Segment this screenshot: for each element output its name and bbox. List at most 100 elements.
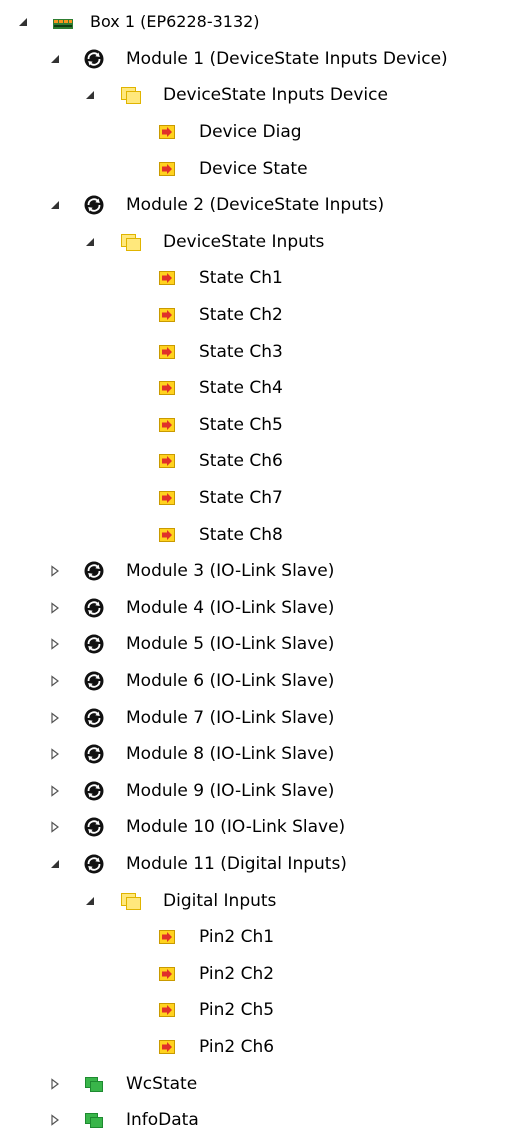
collapse-arrow-icon[interactable] — [83, 894, 97, 908]
input-variable-icon — [156, 450, 178, 472]
tree-node-module-10-io-link-slave[interactable]: Module 10 (IO-Link Slave) — [0, 809, 519, 846]
tree-node-pin2-ch1[interactable]: Pin2 Ch1 — [0, 919, 519, 956]
collapse-arrow-icon[interactable] — [83, 235, 97, 249]
input-variable-icon — [156, 121, 178, 143]
tree-node-device-state[interactable]: Device State — [0, 150, 519, 187]
input-variable-icon — [156, 267, 178, 289]
tree-node-label: State Ch8 — [199, 524, 283, 545]
collapse-arrow-icon[interactable] — [16, 15, 30, 29]
tree-node-label: State Ch5 — [199, 414, 283, 435]
tree-node-devicestate-inputs-device[interactable]: DeviceState Inputs Device — [0, 77, 519, 114]
input-variable-icon — [156, 487, 178, 509]
tree-node-devicestate-inputs[interactable]: DeviceState Inputs — [0, 224, 519, 261]
input-variable-icon — [156, 963, 178, 985]
tree-node-state-ch7[interactable]: State Ch7 — [0, 480, 519, 517]
tree-node-module-7-io-link-slave[interactable]: Module 7 (IO-Link Slave) — [0, 699, 519, 736]
input-variable-icon — [156, 414, 178, 436]
tree-node-label: State Ch2 — [199, 305, 283, 326]
folder-icon — [120, 84, 142, 106]
collapse-arrow-icon[interactable] — [48, 52, 62, 66]
input-variable-icon — [156, 377, 178, 399]
folder-icon — [120, 890, 142, 912]
input-variable-icon — [156, 304, 178, 326]
expand-arrow-icon[interactable] — [48, 820, 62, 834]
tree-node-state-ch8[interactable]: State Ch8 — [0, 516, 519, 553]
tree-node-module-9-io-link-slave[interactable]: Module 9 (IO-Link Slave) — [0, 772, 519, 809]
tree-node-device-diag[interactable]: Device Diag — [0, 114, 519, 151]
tree-node-label: Box 1 (EP6228-3132) — [90, 12, 260, 32]
module-icon — [83, 633, 105, 655]
tree-node-state-ch2[interactable]: State Ch2 — [0, 297, 519, 334]
tree-node-label: Pin2 Ch5 — [199, 1000, 275, 1021]
collapse-arrow-icon[interactable] — [83, 88, 97, 102]
tree-node-label: State Ch6 — [199, 451, 283, 472]
expand-arrow-icon[interactable] — [48, 674, 62, 688]
green-block-icon — [83, 1109, 105, 1131]
tree-node-state-ch5[interactable]: State Ch5 — [0, 407, 519, 444]
tree-node-label: State Ch3 — [199, 341, 283, 362]
tree-node-label: State Ch4 — [199, 378, 283, 399]
tree-node-state-ch1[interactable]: State Ch1 — [0, 260, 519, 297]
tree-node-module-2-devicestate-inputs[interactable]: Module 2 (DeviceState Inputs) — [0, 187, 519, 224]
expand-arrow-icon[interactable] — [48, 747, 62, 761]
tree-node-pin2-ch2[interactable]: Pin2 Ch2 — [0, 955, 519, 992]
tree-node-box-1-ep6228-3132[interactable]: Box 1 (EP6228-3132) — [0, 4, 519, 41]
box-icon — [52, 11, 74, 33]
tree-node-label: Module 8 (IO-Link Slave) — [126, 744, 335, 765]
expand-arrow-icon[interactable] — [48, 564, 62, 578]
tree-node-wcstate[interactable]: WcState — [0, 1065, 519, 1102]
tree-node-infodata[interactable]: InfoData — [0, 1102, 519, 1138]
input-variable-icon — [156, 926, 178, 948]
tree-node-label: Module 7 (IO-Link Slave) — [126, 707, 335, 728]
tree-node-label: Module 1 (DeviceState Inputs Device) — [126, 48, 448, 69]
expand-arrow-icon[interactable] — [48, 1113, 62, 1127]
expand-arrow-icon[interactable] — [48, 637, 62, 651]
input-variable-icon — [156, 158, 178, 180]
tree-node-label: DeviceState Inputs — [163, 231, 325, 252]
collapse-arrow-icon[interactable] — [48, 198, 62, 212]
tree-node-module-4-io-link-slave[interactable]: Module 4 (IO-Link Slave) — [0, 590, 519, 627]
module-icon — [83, 48, 105, 70]
tree-view: Box 1 (EP6228-3132) Module 1 (DeviceState… — [0, 4, 519, 1138]
module-icon — [83, 707, 105, 729]
module-icon — [83, 780, 105, 802]
tree-node-module-8-io-link-slave[interactable]: Module 8 (IO-Link Slave) — [0, 736, 519, 773]
module-icon — [83, 194, 105, 216]
input-variable-icon — [156, 341, 178, 363]
tree-node-label: Module 4 (IO-Link Slave) — [126, 597, 335, 618]
tree-node-pin2-ch6[interactable]: Pin2 Ch6 — [0, 1029, 519, 1066]
green-block-icon — [83, 1073, 105, 1095]
tree-node-label: State Ch1 — [199, 268, 283, 289]
tree-node-module-3-io-link-slave[interactable]: Module 3 (IO-Link Slave) — [0, 553, 519, 590]
module-icon — [83, 670, 105, 692]
tree-node-label: Module 6 (IO-Link Slave) — [126, 670, 335, 691]
collapse-arrow-icon[interactable] — [48, 857, 62, 871]
tree-node-module-6-io-link-slave[interactable]: Module 6 (IO-Link Slave) — [0, 663, 519, 700]
module-icon — [83, 853, 105, 875]
tree-node-module-1-devicestate-inputs-device[interactable]: Module 1 (DeviceState Inputs Device) — [0, 41, 519, 78]
tree-node-label: Module 9 (IO-Link Slave) — [126, 780, 335, 801]
tree-node-label: DeviceState Inputs Device — [163, 85, 388, 106]
tree-node-module-5-io-link-slave[interactable]: Module 5 (IO-Link Slave) — [0, 626, 519, 663]
tree-node-label: Module 11 (Digital Inputs) — [126, 853, 347, 874]
tree-node-label: Pin2 Ch6 — [199, 1036, 275, 1057]
tree-node-label: Module 2 (DeviceState Inputs) — [126, 195, 385, 216]
tree-node-pin2-ch5[interactable]: Pin2 Ch5 — [0, 992, 519, 1029]
expand-arrow-icon[interactable] — [48, 1077, 62, 1091]
tree-node-label: WcState — [126, 1073, 198, 1094]
tree-node-label: Module 10 (IO-Link Slave) — [126, 817, 346, 838]
tree-node-state-ch6[interactable]: State Ch6 — [0, 443, 519, 480]
tree-node-label: Pin2 Ch2 — [199, 963, 275, 984]
expand-arrow-icon[interactable] — [48, 784, 62, 798]
module-icon — [83, 816, 105, 838]
tree-node-state-ch3[interactable]: State Ch3 — [0, 333, 519, 370]
module-icon — [83, 743, 105, 765]
expand-arrow-icon[interactable] — [48, 711, 62, 725]
tree-node-state-ch4[interactable]: State Ch4 — [0, 370, 519, 407]
tree-node-module-11-digital-inputs[interactable]: Module 11 (Digital Inputs) — [0, 846, 519, 883]
expand-arrow-icon[interactable] — [48, 601, 62, 615]
module-icon — [83, 560, 105, 582]
module-icon — [83, 597, 105, 619]
input-variable-icon — [156, 999, 178, 1021]
tree-node-digital-inputs[interactable]: Digital Inputs — [0, 882, 519, 919]
